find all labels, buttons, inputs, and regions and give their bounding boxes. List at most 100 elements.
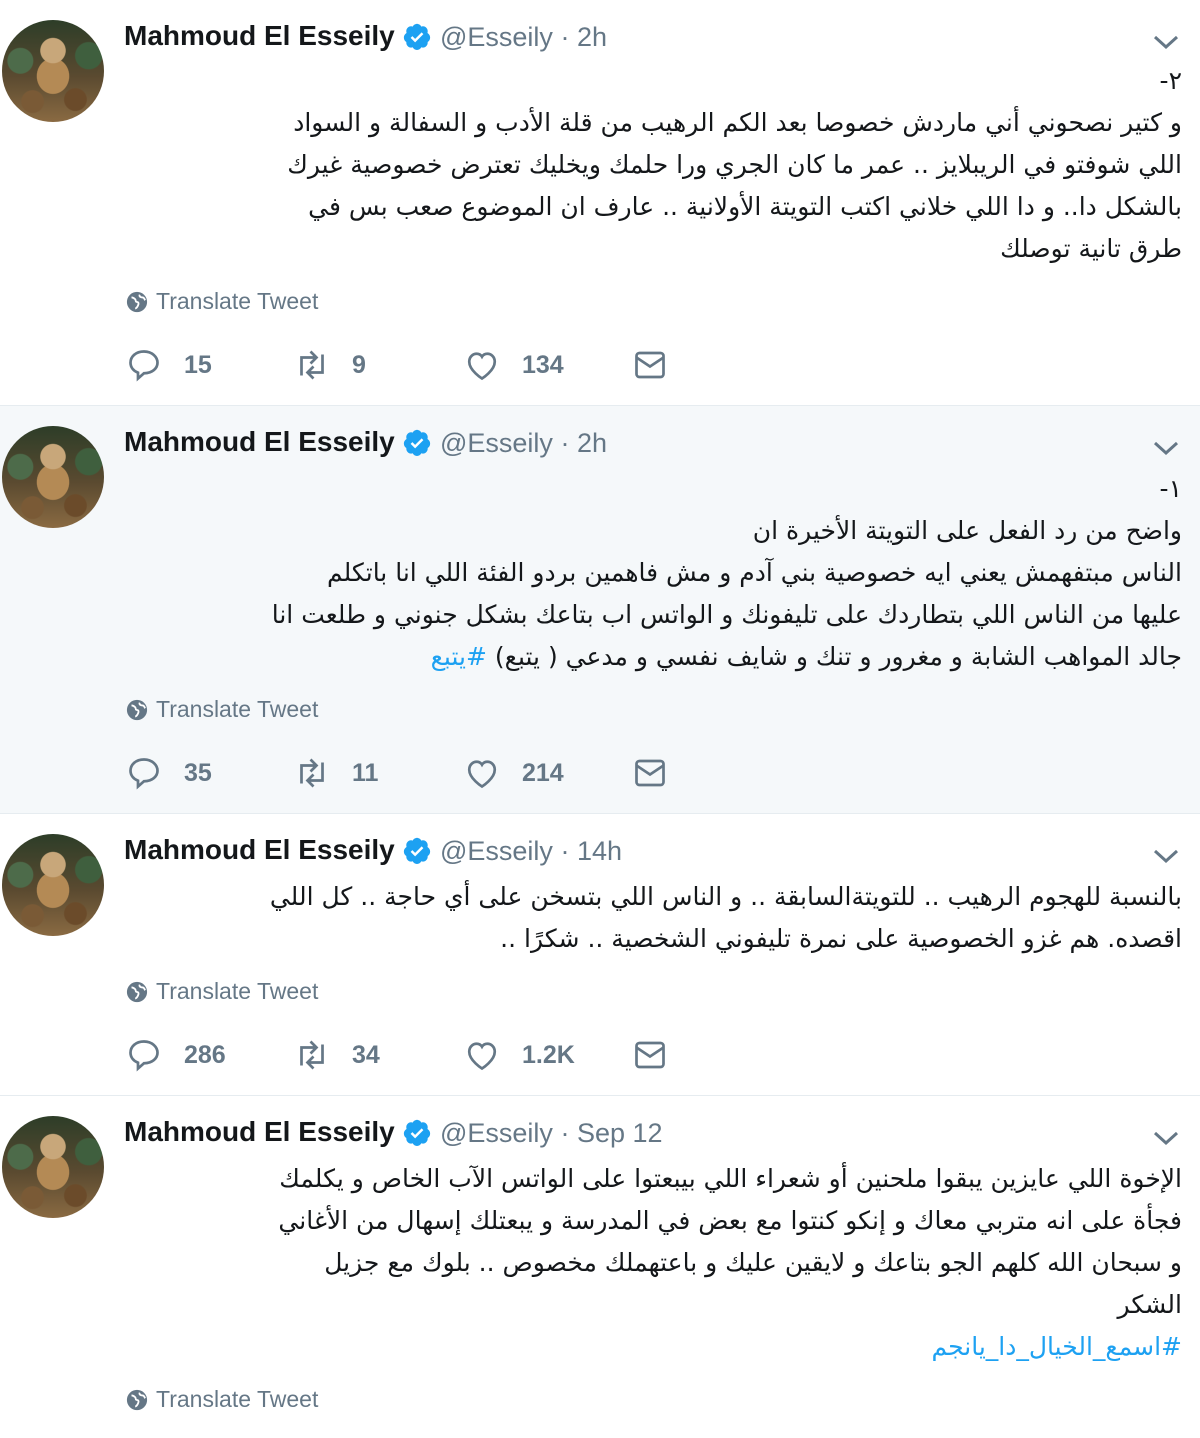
chevron-down-icon[interactable] (1152, 32, 1180, 52)
translate-label: Translate Tweet (156, 696, 319, 722)
reply-count: 15 (184, 350, 212, 379)
tweet-text: بالنسبة للهجوم الرهيب .. للتويتةالسابقة … (124, 876, 1182, 960)
like-button[interactable]: 214 (464, 755, 632, 791)
reply-count: 286 (184, 1040, 226, 1069)
like-count: 1.2K (522, 1040, 575, 1069)
envelope-icon (635, 1041, 665, 1069)
tweet-text: ٢- و كتير نصحوني أني ماردش خصوصا بعد الك… (124, 60, 1182, 270)
direct-message-button[interactable] (632, 755, 668, 791)
like-count: 214 (522, 758, 564, 787)
direct-message-button[interactable] (632, 1037, 668, 1073)
reply-icon (129, 1040, 159, 1072)
author-name[interactable]: Mahmoud El Esseily (124, 1116, 395, 1148)
tweet-line-text: جالد المواهب الشابة و مغرور و تنك و شايف… (494, 642, 1182, 671)
retweet-count: 34 (352, 1040, 380, 1069)
hashtag-link[interactable]: #يتبع (431, 642, 487, 671)
timestamp[interactable]: · 2h (560, 22, 607, 52)
heart-icon (467, 352, 497, 381)
tweet-actions: 15 9 134 (126, 347, 668, 383)
author-name[interactable]: Mahmoud El Esseily (124, 834, 395, 866)
timestamp[interactable]: · 14h (560, 836, 622, 866)
tweet-actions: 286 34 1.2K (126, 1037, 668, 1073)
hashtag-link[interactable]: #اسمع_الخيال_دا_يانجم (124, 1326, 1182, 1368)
timestamp[interactable]: · 2h (560, 428, 607, 458)
avatar[interactable] (2, 20, 104, 122)
tweet-actions: 35 11 214 (126, 755, 668, 791)
handle-and-time[interactable]: @Esseily · 2h (440, 22, 607, 53)
like-button[interactable]: 1.2K (464, 1037, 632, 1073)
globe-icon (126, 981, 148, 1002)
tweet-line: الشكر (1117, 1290, 1182, 1319)
like-count: 134 (522, 350, 564, 379)
chevron-down-icon[interactable] (1152, 846, 1180, 866)
tweet-line: بالنسبة للهجوم الرهيب .. للتويتةالسابقة … (269, 882, 1182, 911)
tweet[interactable]: Mahmoud El Esseily @Esseily · Sep 12 الإ… (0, 1096, 1200, 1438)
tweet-line: بالشكل دا.. و دا اللي خلاني اكتب التويتة… (308, 192, 1182, 221)
verified-badge-icon (403, 837, 431, 865)
tweet-line: اقصده. هم غزو الخصوصية على نمرة تليفوني … (500, 924, 1182, 953)
globe-icon (126, 699, 148, 720)
translate-label: Translate Tweet (156, 288, 319, 314)
retweet-icon (300, 1040, 324, 1070)
avatar[interactable] (2, 426, 104, 528)
heart-icon (467, 760, 497, 789)
translate-tweet-link[interactable]: Translate Tweet (126, 696, 318, 723)
handle[interactable]: @Esseily (440, 836, 553, 866)
tweet-line: واضح من رد الفعل على التويتة الأخيرة ان (752, 516, 1182, 545)
verified-badge-icon (403, 1119, 431, 1147)
tweet-line: الناس مبتفهمش يعني ايه خصوصية بني آدم و … (327, 558, 1182, 587)
reply-button[interactable]: 286 (126, 1037, 294, 1073)
retweet-button[interactable]: 11 (294, 755, 464, 791)
handle[interactable]: @Esseily (440, 22, 553, 52)
tweet-line: فجأة على انه متربي معاك و إنكو كنتوا مع … (278, 1206, 1182, 1235)
handle-and-time[interactable]: @Esseily · 2h (440, 428, 607, 459)
translate-label: Translate Tweet (156, 978, 319, 1004)
tweet-line: و سبحان الله كلهم الجو بتاعك و لايقين عل… (324, 1248, 1182, 1277)
translate-label: Translate Tweet (156, 1386, 319, 1412)
tweet-text: ١- واضح من رد الفعل على التويتة الأخيرة … (124, 468, 1182, 678)
like-button[interactable]: 134 (464, 347, 632, 383)
translate-tweet-link[interactable]: Translate Tweet (126, 1386, 318, 1413)
retweet-icon (300, 758, 324, 788)
handle-and-time[interactable]: @Esseily · Sep 12 (440, 1118, 663, 1149)
tweet[interactable]: Mahmoud El Esseily @Esseily · 2h ١- واضح… (0, 406, 1200, 814)
globe-icon (126, 1389, 148, 1410)
tweet[interactable]: Mahmoud El Esseily @Esseily · 2h ٢- و كت… (0, 0, 1200, 406)
retweet-count: 11 (352, 758, 379, 787)
translate-tweet-link[interactable]: Translate Tweet (126, 978, 318, 1005)
handle-and-time[interactable]: @Esseily · 14h (440, 836, 622, 867)
tweet-line: الإخوة اللي عايزين يبقوا ملحنين أو شعراء… (279, 1164, 1182, 1193)
retweet-button[interactable]: 34 (294, 1037, 464, 1073)
tweet[interactable]: Mahmoud El Esseily @Esseily · 14h بالنسب… (0, 814, 1200, 1096)
direct-message-button[interactable] (632, 347, 668, 383)
reply-icon (129, 350, 159, 382)
avatar[interactable] (2, 1116, 104, 1218)
retweet-count: 9 (352, 350, 366, 379)
retweet-icon (300, 350, 324, 380)
reply-button[interactable]: 35 (126, 755, 294, 791)
handle[interactable]: @Esseily (440, 1118, 553, 1148)
tweet-text: الإخوة اللي عايزين يبقوا ملحنين أو شعراء… (124, 1158, 1182, 1368)
chevron-down-icon[interactable] (1152, 1128, 1180, 1148)
handle[interactable]: @Esseily (440, 428, 553, 458)
envelope-icon (635, 351, 665, 379)
globe-icon (126, 291, 148, 312)
verified-badge-icon (403, 23, 431, 51)
tweet-line-with-hashtag: جالد المواهب الشابة و مغرور و تنك و شايف… (124, 636, 1182, 678)
tweet-line: ٢- (1159, 66, 1182, 95)
retweet-button[interactable]: 9 (294, 347, 464, 383)
chevron-down-icon[interactable] (1152, 438, 1180, 458)
tweet-line: عليها من الناس اللي بتطاردك على تليفونك … (271, 600, 1182, 629)
author-name[interactable]: Mahmoud El Esseily (124, 426, 395, 458)
reply-icon (129, 758, 159, 790)
tweet-line: طرق تانية توصلك (1000, 234, 1182, 263)
reply-count: 35 (184, 758, 212, 787)
translate-tweet-link[interactable]: Translate Tweet (126, 288, 318, 315)
tweet-line: اللي شوفتو في الريبلايز .. عمر ما كان ال… (287, 150, 1182, 179)
avatar[interactable] (2, 834, 104, 936)
tweet-line: و كتير نصحوني أني ماردش خصوصا بعد الكم ا… (293, 108, 1182, 137)
reply-button[interactable]: 15 (126, 347, 294, 383)
timestamp[interactable]: · Sep 12 (560, 1118, 662, 1148)
verified-badge-icon (403, 429, 431, 457)
author-name[interactable]: Mahmoud El Esseily (124, 20, 395, 52)
